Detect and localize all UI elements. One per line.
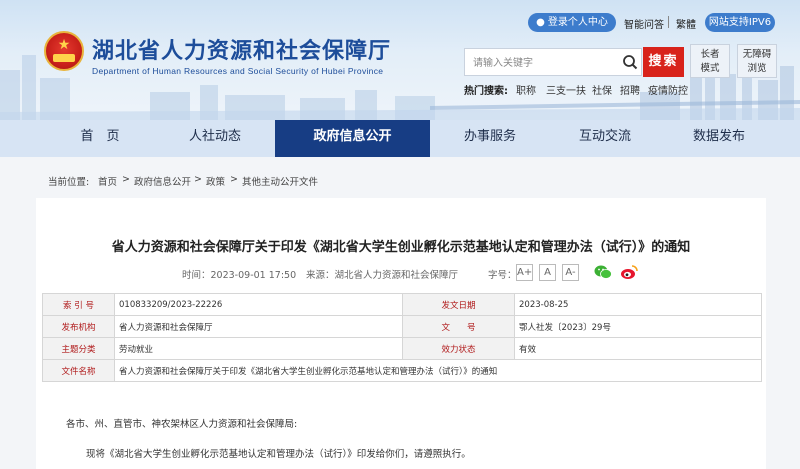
font-size-label: 字号：: [488, 270, 517, 281]
user-icon: ●: [536, 17, 545, 28]
breadcrumb-item-home[interactable]: 首页: [98, 174, 117, 188]
validity-value: 有效: [514, 337, 762, 360]
table-row: 发布机构 省人力资源和社会保障厅 文 号 鄂人社发〔2023〕29号: [42, 315, 762, 338]
document-info-table: 索 引 号 010833209/2023-22226 发文日期 2023-08-…: [42, 293, 762, 382]
article-panel: 省人力资源和社会保障厅关于印发《湖北省大学生创业孵化示范基地认定和管理办法（试行…: [36, 198, 766, 469]
font-size-increase-button[interactable]: A+: [516, 264, 533, 281]
hot-search-item[interactable]: 职称: [516, 82, 536, 97]
index-value: 010833209/2023-22226: [114, 293, 403, 316]
hot-search-item[interactable]: 疫情防控: [648, 82, 688, 97]
issue-date-value: 2023-08-25: [514, 293, 762, 316]
breadcrumb-item-other[interactable]: 其他主动公开文件: [242, 174, 318, 188]
site-title: 湖北省人力资源和社会保障厅: [92, 39, 392, 64]
hot-search-label: 热门搜索:: [464, 86, 508, 97]
breadcrumb-label: 当前位置:: [48, 177, 90, 188]
accessibility-button[interactable]: 无障碍 浏览: [737, 44, 777, 78]
document-number-value: 鄂人社发〔2023〕29号: [514, 315, 762, 338]
hot-search-item[interactable]: 三支一扶: [546, 82, 586, 97]
site-header: ★ 湖北省人力资源和社会保障厅 Department of Human Reso…: [0, 0, 800, 120]
nav-item-interaction[interactable]: 互动交流: [562, 120, 648, 157]
validity-label: 效力状态: [402, 337, 515, 360]
breadcrumb-separator: >: [122, 174, 130, 185]
publisher-value: 省人力资源和社会保障厅: [114, 315, 403, 338]
publish-time: 时间：2023-09-01 17:50: [182, 270, 297, 281]
index-label: 索 引 号: [42, 293, 115, 316]
divider: [668, 16, 669, 28]
smart-qa-link[interactable]: 智能问答: [624, 16, 664, 31]
nav-item-services[interactable]: 办事服务: [448, 120, 532, 157]
nav-item-news[interactable]: 人社动态: [172, 120, 258, 157]
traditional-chinese-link[interactable]: 繁體: [676, 16, 696, 31]
ipv6-badge[interactable]: 网站支持IPV6: [705, 13, 775, 32]
topic-label: 主题分类: [42, 337, 115, 360]
table-row: 索 引 号 010833209/2023-22226 发文日期 2023-08-…: [42, 293, 762, 316]
breadcrumb-item-policy[interactable]: 政策: [206, 174, 225, 188]
table-row: 文件名称 省人力资源和社会保障厅关于印发《湖北省大学生创业孵化示范基地认定和管理…: [42, 359, 762, 382]
emblem-logo: ★: [44, 31, 84, 71]
nav-item-gov-info[interactable]: 政府信息公开: [275, 120, 430, 157]
publisher-label: 发布机构: [42, 315, 115, 338]
search-icon: [623, 55, 638, 70]
body-paragraph: 现将《湖北省大学生创业孵化示范基地认定和管理办法（试行）》印发给你们，请遵照执行…: [86, 449, 471, 460]
breadcrumb-item-gov-info[interactable]: 政府信息公开: [134, 174, 191, 188]
nav-item-home[interactable]: 首 页: [60, 120, 140, 157]
accessibility-label: 无障碍 浏览: [742, 49, 772, 74]
topic-value: 劳动就业: [114, 337, 403, 360]
document-number-label: 文 号: [402, 315, 515, 338]
hot-search-item[interactable]: 招聘: [620, 82, 640, 97]
search-input[interactable]: [473, 54, 613, 72]
main-nav: 首 页 人社动态 政府信息公开 办事服务 互动交流 数据发布: [0, 120, 800, 157]
article-title: 省人力资源和社会保障厅关于印发《湖北省大学生创业孵化示范基地认定和管理办法（试行…: [111, 240, 691, 255]
elder-mode-label: 长者 模式: [700, 49, 720, 74]
weibo-share-icon[interactable]: [620, 264, 638, 280]
search-box: [464, 48, 642, 76]
font-size-decrease-button[interactable]: A-: [562, 264, 579, 281]
hot-search-item[interactable]: 社保: [592, 82, 612, 97]
wechat-share-icon[interactable]: [594, 264, 612, 280]
document-name-value: 省人力资源和社会保障厅关于印发《湖北省大学生创业孵化示范基地认定和管理办法（试行…: [114, 359, 762, 382]
site-subtitle: Department of Human Resources and Social…: [92, 66, 384, 76]
table-row: 主题分类 劳动就业 效力状态 有效: [42, 337, 762, 360]
issue-date-label: 发文日期: [402, 293, 515, 316]
search-button[interactable]: 搜索: [643, 47, 684, 77]
elder-mode-button[interactable]: 长者 模式: [690, 44, 730, 78]
font-size-default-button[interactable]: A: [539, 264, 556, 281]
recipients-line: 各市、州、直管市、神农架林区人力资源和社会保障局:: [66, 419, 298, 430]
breadcrumb-separator: >: [230, 174, 238, 185]
article-source: 来源：湖北省人力资源和社会保障厅: [306, 270, 459, 281]
document-name-label: 文件名称: [42, 359, 115, 382]
breadcrumb-separator: >: [194, 174, 202, 185]
nav-item-data[interactable]: 数据发布: [676, 120, 762, 157]
login-button[interactable]: ● 登录个人中心: [528, 13, 616, 32]
